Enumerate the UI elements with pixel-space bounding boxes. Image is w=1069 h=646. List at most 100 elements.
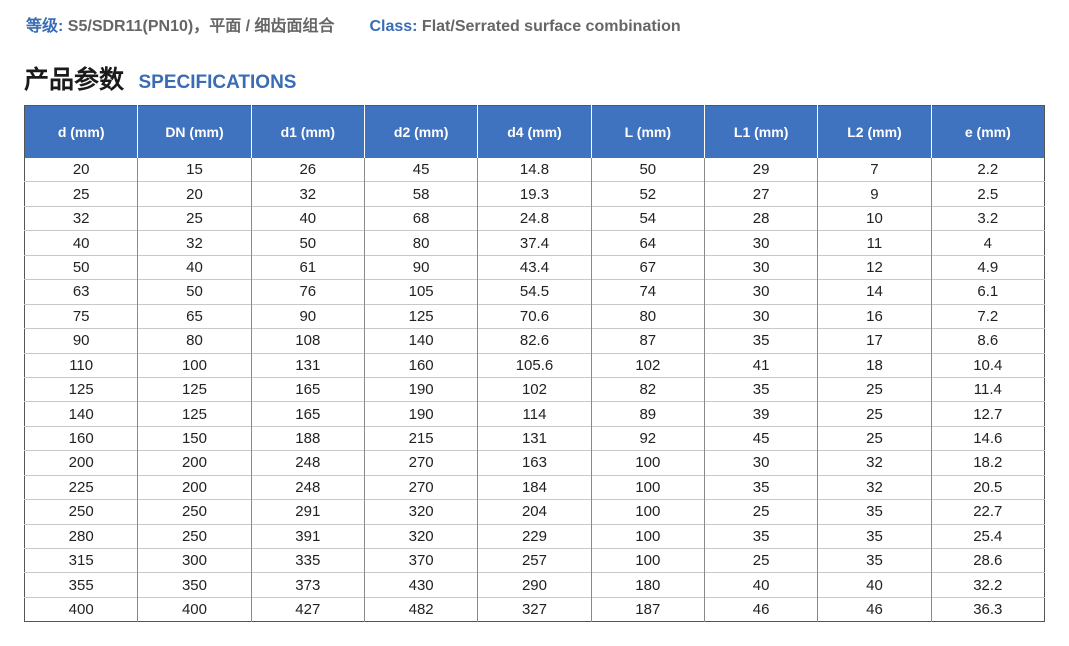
table-cell: 25.4 [930,523,1045,549]
table-row: 315 300 335 370 257 100 25 35 28.6 [24,547,1045,573]
table-cell: 50 [24,254,138,280]
table-cell: 46 [703,596,818,622]
table-cell: 110 [24,352,138,378]
table-cell: 26 [250,158,365,182]
table-cell: 35 [817,499,932,525]
table-cell: 200 [137,450,252,476]
table-cell: 58 [363,181,478,207]
table-row: 90 80 108 140 82.6 87 35 17 8.6 [24,328,1045,353]
column-header: d (mm) [24,105,138,158]
table-cell: 61 [250,254,365,280]
table-cell: 229 [477,523,592,549]
table-cell: 482 [363,596,478,622]
table-cell: 320 [363,523,478,549]
table-cell: 165 [250,401,365,427]
table-cell: 39 [703,401,818,427]
table-cell: 290 [477,572,592,598]
table-cell: 400 [137,596,252,622]
table-cell: 291 [250,499,365,525]
table-cell: 2.5 [930,181,1045,207]
table-cell: 184 [477,474,592,500]
table-cell: 225 [24,474,138,500]
table-row: 75 65 90 125 70.6 80 30 16 7.2 [24,303,1045,329]
column-header: d4 (mm) [477,105,592,158]
table-cell: 430 [363,572,478,598]
table-cell: 20 [72,161,90,179]
table-cell: 248 [250,450,365,476]
table-cell: 131 [250,352,365,378]
table-cell: 105 [363,279,478,305]
table-row: 110 100 131 160 105.6 102 41 18 10.4 [24,352,1045,378]
table-cell: 25 [137,205,252,231]
table-cell: 25 [24,181,138,207]
table-row: 63 50 76 105 54.5 74 30 14 6.1 [24,279,1045,305]
table-cell: 320 [363,499,478,525]
table-cell: 10 [817,205,932,231]
table-cell: 125 [24,376,138,402]
table-cell: 18 [817,352,932,378]
table-cell: 27 [703,181,818,207]
table-cell: 100 [590,547,705,573]
table-cell: 188 [250,425,365,451]
table-row: 40 32 50 80 37.4 64 30 11 4 [24,230,1045,256]
table-cell: 315 [24,547,138,573]
table-cell: 200 [24,450,138,476]
table-cell: 30 [703,279,818,305]
table-cell: 29 [703,158,818,182]
table-cell: 11 [817,230,932,256]
table-cell: 7 [817,158,932,182]
table-cell: 25 [817,401,932,427]
table-cell: 25 [703,547,818,573]
table-cell: 125 [137,401,252,427]
table-cell: 8.6 [930,328,1045,353]
table-cell: 102 [590,352,705,378]
table-row: 50 40 61 90 43.4 67 30 12 4.9 [24,254,1045,280]
table-cell: 90 [24,328,138,353]
table-row: 160 150 188 215 131 92 45 25 14.6 [24,425,1045,451]
table-cell: 215 [363,425,478,451]
table-cell: 160 [363,352,478,378]
table-cell: 270 [363,450,478,476]
table-cell: 100 [590,474,705,500]
table-cell: 350 [137,572,252,598]
table-cell: 100 [137,352,252,378]
table-cell: 165 [250,376,365,402]
table-cell: 35 [817,523,932,549]
table-cell: 16 [817,303,932,329]
table-cell: 92 [590,425,705,451]
table-cell: 50 [590,158,705,182]
table-cell: 32 [817,474,932,500]
table-row: 140 125 165 190 114 89 39 25 12.7 [24,401,1045,427]
table-cell: 25 [817,376,932,402]
table-cell: 80 [363,230,478,256]
table-cell: 32 [250,181,365,207]
table-cell: 7.2 [930,303,1045,329]
table-cell: 187 [590,596,705,622]
table-cell: 32.2 [930,572,1045,598]
table-cell: 35 [703,523,818,549]
table-cell: 45 [363,158,478,182]
table-cell: 140 [24,401,138,427]
section-title: 产品参数 SPECIFICATIONS [24,60,296,96]
table-cell: 17 [817,328,932,353]
column-header: L (mm) [590,105,705,158]
table-cell: 35 [703,328,818,353]
class-cn-label: 等级: [26,18,64,35]
table-cell: 89 [590,401,705,427]
table-cell: 87 [590,328,705,353]
table-cell: 14 [817,279,932,305]
table-cell: 180 [590,572,705,598]
table-cell: 427 [250,596,365,622]
table-cell: 102 [477,376,592,402]
table-cell: 11.4 [930,376,1045,402]
table-cell: 90 [363,254,478,280]
table-cell: 35 [703,376,818,402]
table-cell: 370 [363,547,478,573]
table-cell: 63 [24,279,138,305]
table-cell: 82 [590,376,705,402]
table-cell: 2.2 [930,158,1045,182]
class-cn-value: S5/SDR11(PN10)，平面 / 细齿面组合 [67,18,335,35]
table-cell: 131 [477,425,592,451]
table-cell: 10.4 [930,352,1045,378]
table-cell: 163 [477,450,592,476]
